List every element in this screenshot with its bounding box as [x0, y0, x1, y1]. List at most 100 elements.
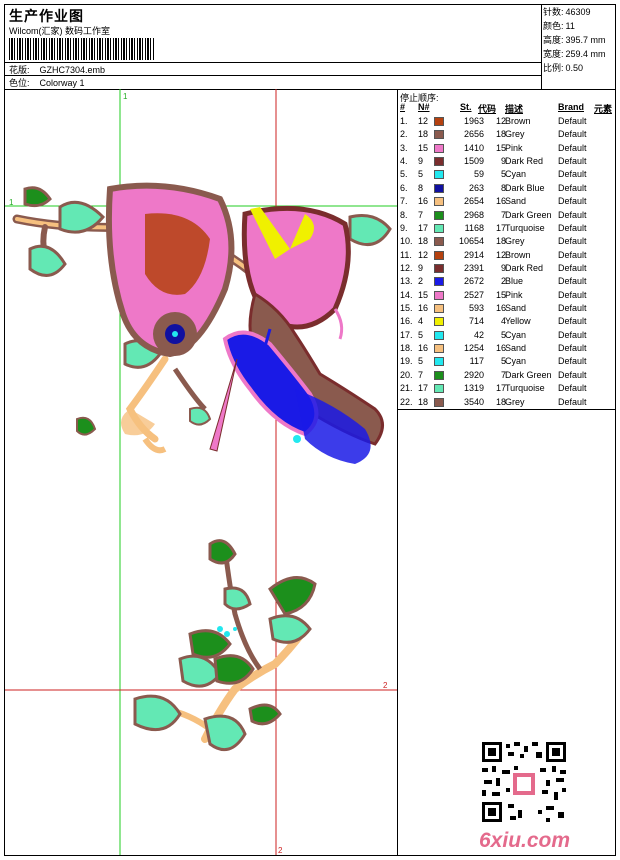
table-row: 9. 17 1168 17 Turquoise Default — [398, 222, 616, 235]
color-swatch — [434, 370, 444, 380]
color-swatch — [434, 357, 444, 367]
row-description: Dark Red — [505, 156, 544, 167]
row-number: 10. — [400, 236, 413, 247]
embroidery-preview: 1 1 2 2 — [5, 89, 397, 855]
color-swatch — [434, 143, 444, 153]
stat-colors: 颜色: 11 — [543, 19, 615, 33]
stat-height: 高度: 395.7 mm — [543, 33, 615, 47]
color-swatch — [434, 330, 444, 340]
row-brand: Default — [558, 383, 587, 394]
guide-marker-2-right: 2 — [383, 681, 388, 690]
color-swatch — [434, 250, 444, 260]
table-row: 1. 12 1963 12 Brown Default — [398, 115, 616, 128]
stat-label: 针数: — [543, 7, 564, 17]
row-number: 2. — [400, 129, 408, 140]
design-canvas[interactable]: 1 1 2 2 — [5, 89, 398, 855]
row-description: Dark Blue — [505, 182, 545, 193]
color-swatch — [434, 397, 444, 407]
col-header-elem: 元素 — [594, 104, 613, 114]
row-brand: Default — [558, 222, 587, 233]
row-stitches: 2920 — [463, 369, 484, 380]
stat-scale: 比例: 0.50 — [543, 61, 615, 75]
guide-marker-1-left: 1 — [9, 198, 14, 207]
row-stitches: 1410 — [463, 142, 484, 153]
col-header-needle: N# — [418, 102, 430, 112]
stat-width: 宽度: 259.4 mm — [543, 47, 615, 61]
row-needle: 12 — [418, 249, 429, 260]
row-number: 15. — [400, 303, 413, 314]
row-stitches: 3540 — [463, 396, 484, 407]
qr-code-icon — [480, 740, 568, 824]
row-number: 9. — [400, 222, 408, 233]
row-brand: Default — [558, 343, 587, 354]
row-stitches: 2654 — [463, 196, 484, 207]
color-swatch — [434, 263, 444, 273]
row-stitches: 117 — [469, 356, 484, 367]
row-description: Grey — [505, 129, 525, 140]
header-left: 生产作业图 Wilcom(汇家) 数码工作室 花版: GZHC7304.emb 色… — [5, 5, 542, 89]
color-swatch — [434, 170, 444, 180]
table-row: 7. 16 2654 16 Sand Default — [398, 195, 616, 208]
color-swatch — [434, 277, 444, 287]
row-needle: 7 — [418, 369, 424, 380]
table-row: 22. 18 3540 18 Grey Default — [398, 396, 616, 409]
row-description: Dark Green — [505, 209, 552, 220]
row-number: 14. — [400, 289, 413, 300]
row-needle: 4 — [418, 316, 424, 327]
row-description: Dark Red — [505, 262, 544, 273]
table-row: 14. 15 2527 15 Pink Default — [398, 289, 616, 302]
row-brand: Default — [558, 196, 587, 207]
stats-box: 针数: 46309 颜色: 11 高度: 395.7 mm 宽度: 259.4 mm 比… — [543, 5, 615, 75]
row-brand: Default — [558, 396, 587, 407]
stat-value: 11 — [565, 21, 575, 31]
row-brand: Default — [558, 209, 587, 220]
row-brand: Default — [558, 236, 587, 247]
row-description: Cyan — [505, 169, 527, 180]
row-brand: Default — [558, 262, 587, 273]
colorway-value: Colorway 1 — [39, 78, 85, 88]
row-number: 4. — [400, 156, 408, 167]
table-row: 18. 16 1254 16 Sand Default — [398, 342, 616, 355]
row-needle: 16 — [418, 303, 429, 314]
row-needle: 18 — [418, 129, 429, 140]
row-stitches: 2914 — [463, 249, 484, 260]
color-swatch — [434, 290, 444, 300]
row-number: 18. — [400, 343, 413, 354]
sequence-table-header: # N# St. 代码 描述 Brand 元素 — [398, 102, 616, 114]
row-number: 1. — [400, 116, 408, 126]
stat-label: 宽度: — [543, 49, 564, 59]
row-description: Turquoise — [505, 222, 545, 233]
row-brand: Default — [558, 329, 587, 340]
row-description: Sand — [505, 343, 527, 354]
studio-name: Wilcom(汇家) 数码工作室 — [9, 26, 110, 36]
row-brand: Default — [558, 276, 587, 287]
row-description: Cyan — [505, 356, 527, 367]
row-brand: Default — [558, 182, 587, 193]
row-description: Yellow — [505, 316, 531, 327]
stat-stitches: 针数: 46309 — [543, 5, 615, 19]
stat-value: 46309 — [565, 7, 591, 17]
row-stitches: 1509 — [463, 156, 484, 167]
table-row: 21. 17 1319 17 Turquoise Default — [398, 382, 616, 395]
row-needle: 15 — [418, 142, 429, 153]
row-number: 8. — [400, 209, 408, 220]
row-description: Brown — [505, 249, 531, 260]
row-brand: Default — [558, 289, 587, 300]
col-header-brand: Brand — [558, 102, 585, 112]
row-brand: Default — [558, 303, 587, 314]
row-needle: 5 — [418, 169, 424, 180]
color-swatch — [434, 117, 444, 126]
row-stitches: 10654 — [458, 236, 484, 247]
row-stitches: 42 — [473, 329, 484, 340]
row-needle: 8 — [418, 182, 424, 193]
row-number: 19. — [400, 356, 413, 367]
colorway-label: 色位: — [9, 78, 30, 88]
row-brand: Default — [558, 316, 587, 327]
row-brand: Default — [558, 116, 587, 126]
sequence-table-body: 1. 12 1963 12 Brown Default 2. 18 2656 18 Grey Defa… — [398, 115, 616, 409]
colorway-row: 色位: Colorway 1 — [9, 76, 85, 89]
table-row: 5. 5 59 5 Cyan Default — [398, 168, 616, 181]
color-swatch — [434, 197, 444, 207]
row-stitches: 2527 — [463, 289, 484, 300]
stat-label: 颜色: — [543, 21, 564, 31]
